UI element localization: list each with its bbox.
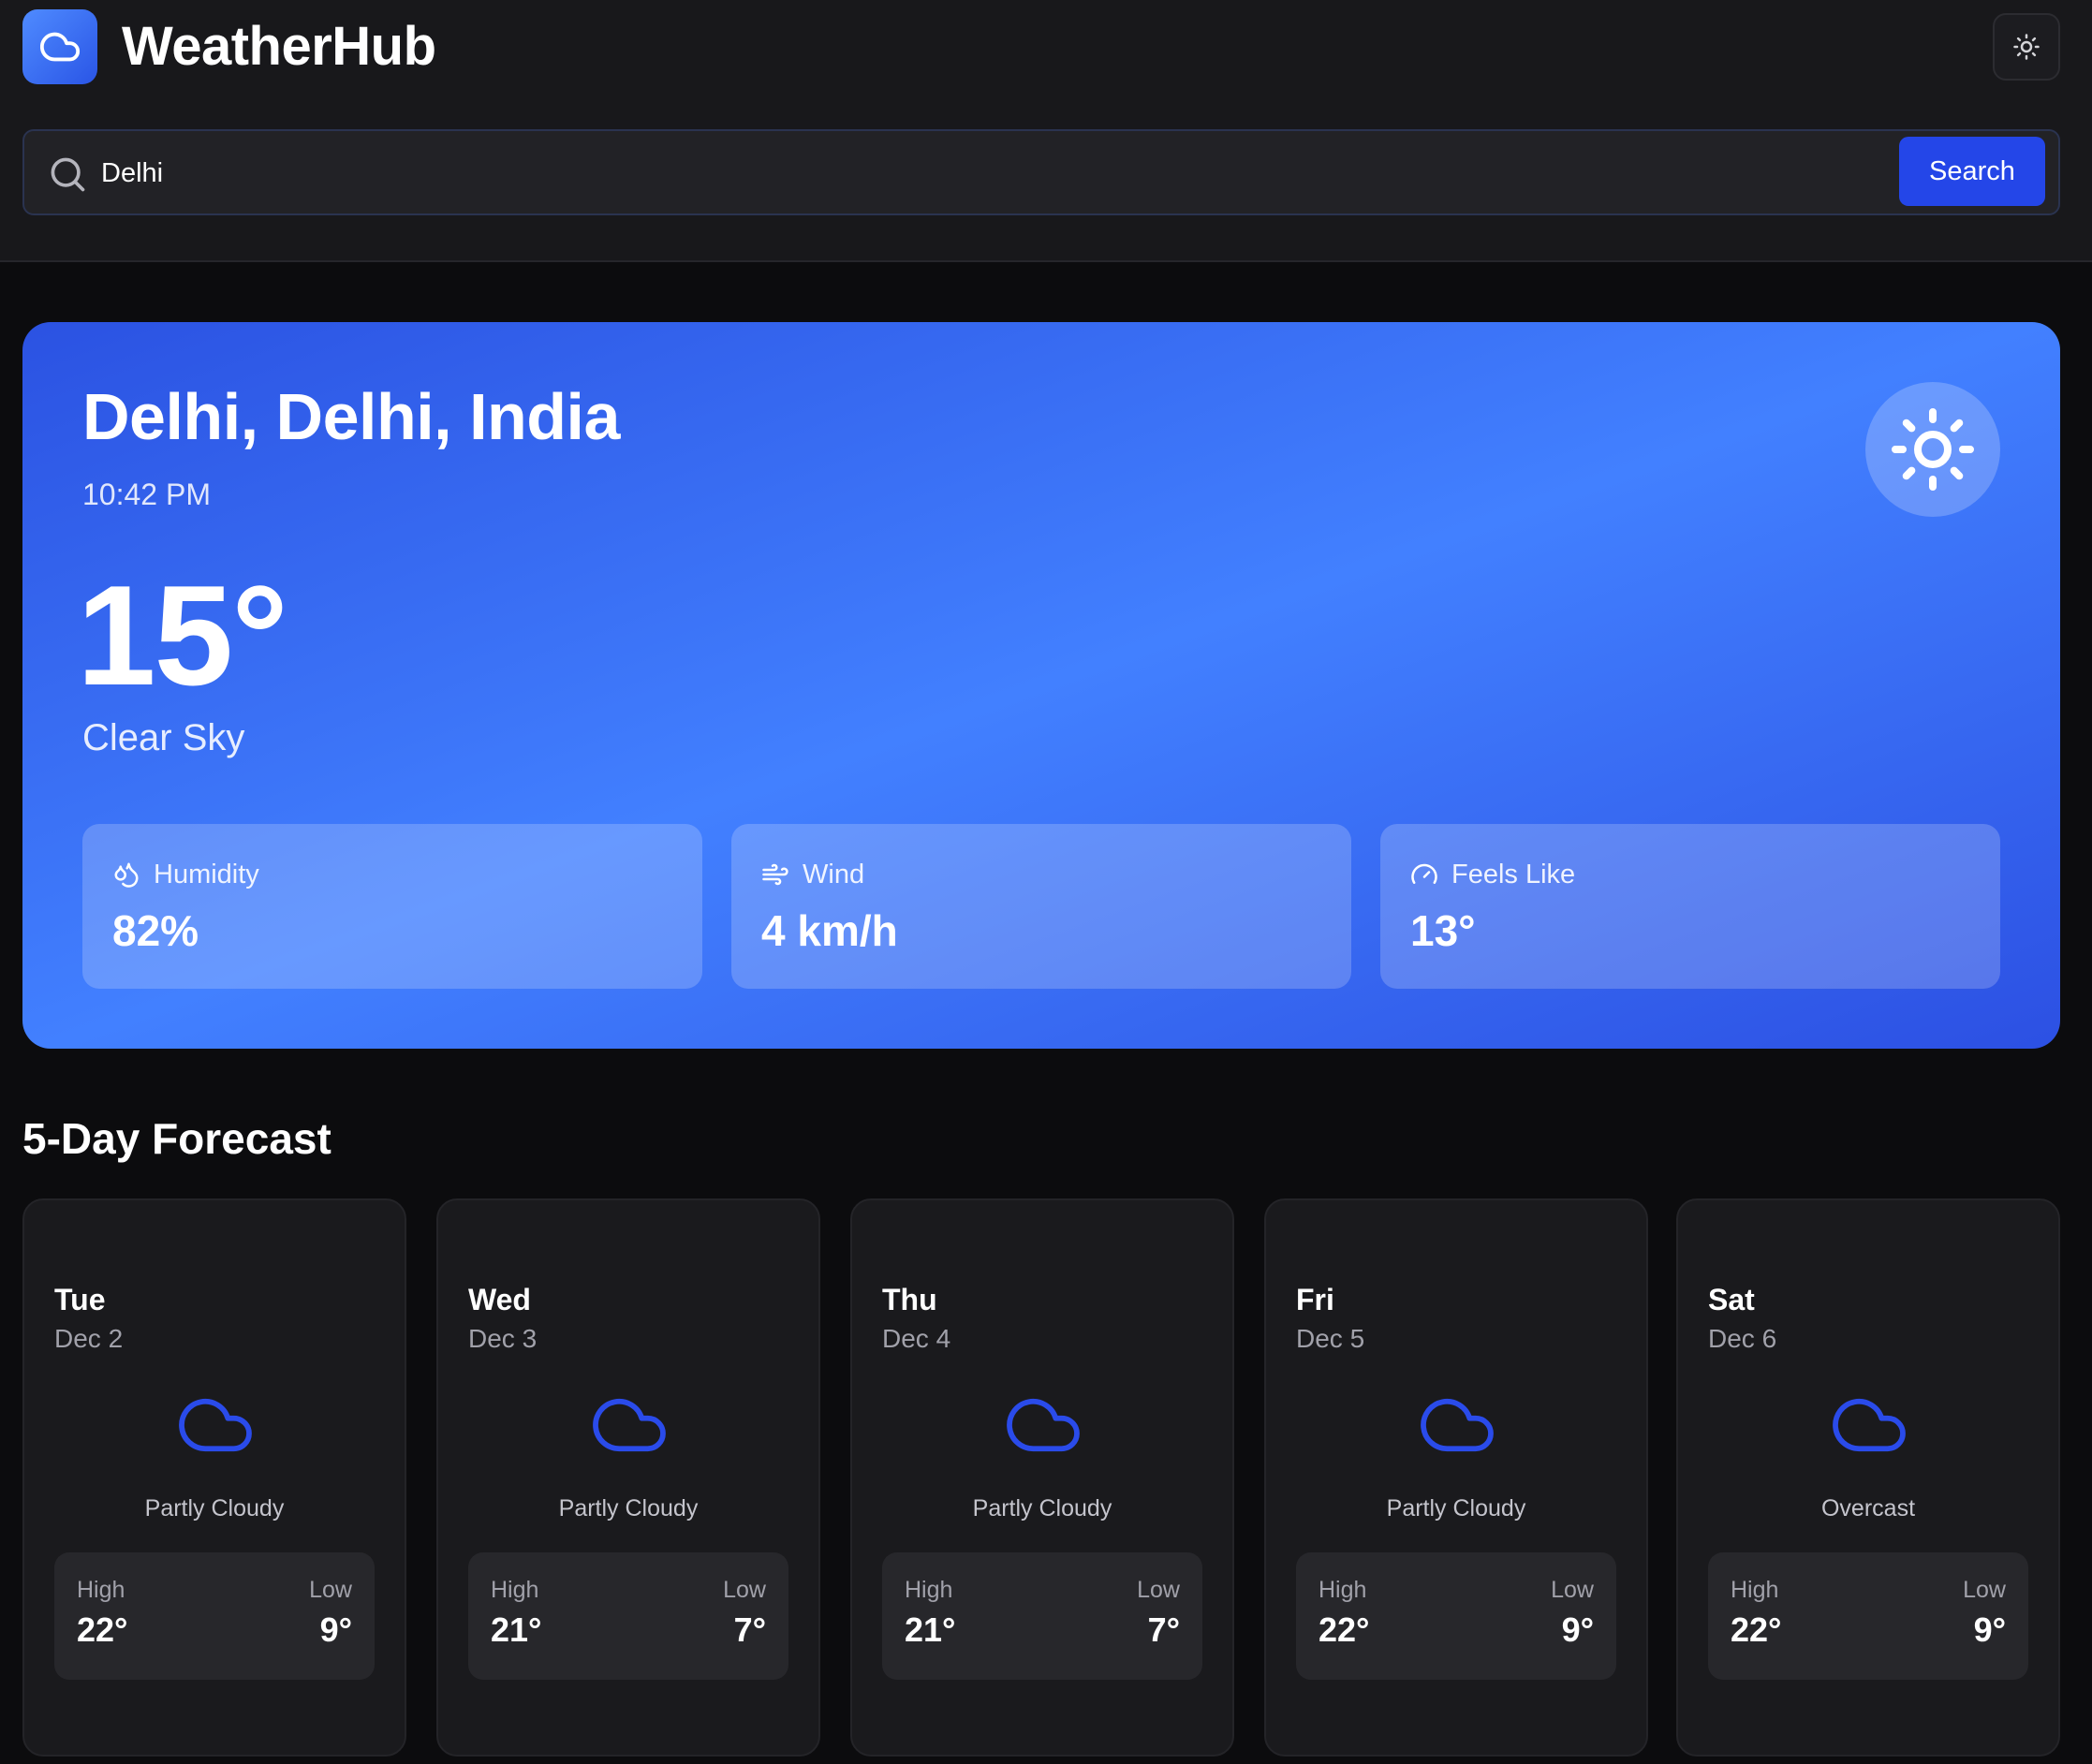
forecast-condition: Partly Cloudy <box>972 1495 1112 1521</box>
high-low-box: High 22° Low 9° <box>54 1552 375 1680</box>
forecast-day: Tue <box>54 1283 106 1316</box>
location-name: Delhi, Delhi, India <box>82 380 620 453</box>
low-value: 7° <box>1147 1610 1180 1649</box>
high-low-box: High 21° Low 7° <box>882 1552 1202 1680</box>
forecast-day: Wed <box>468 1283 531 1316</box>
high-low-box: High 21° Low 7° <box>468 1552 788 1680</box>
low-label: Low <box>1137 1577 1180 1603</box>
forecast-card-tue[interactable]: Tue Dec 2 Partly Cloudy High 22° Low 9° <box>22 1198 406 1757</box>
high-label: High <box>1319 1577 1367 1603</box>
forecast-card-sat[interactable]: Sat Dec 6 Overcast High 22° Low 9° <box>1676 1198 2060 1757</box>
low-label: Low <box>309 1577 352 1603</box>
high-label: High <box>77 1577 125 1603</box>
forecast-card-wed[interactable]: Wed Dec 3 Partly Cloudy High 21° Low 7° <box>436 1198 820 1757</box>
low-value: 7° <box>733 1610 766 1649</box>
forecast-date: Dec 5 <box>1296 1324 1365 1353</box>
humidity-value: 82% <box>112 906 199 955</box>
cloud-icon <box>1007 1398 1080 1452</box>
weather-icon-badge <box>1865 382 2000 517</box>
feels-like-stat: Feels Like 13° <box>1380 824 2000 989</box>
forecast-title: 5-Day Forecast <box>22 1114 331 1163</box>
forecast-condition: Overcast <box>1820 1495 1916 1521</box>
low-value: 9° <box>1973 1610 2006 1649</box>
search-input[interactable] <box>101 146 1899 200</box>
high-value: 22° <box>1319 1610 1370 1649</box>
stat-label: Wind <box>803 859 865 889</box>
forecast-date: Dec 3 <box>468 1324 538 1353</box>
high-value: 22° <box>77 1610 128 1649</box>
stat-label: Feels Like <box>1451 859 1576 889</box>
current-temperature: 15° <box>77 556 288 715</box>
stat-label: Humidity <box>154 859 259 889</box>
forecast-date: Dec 2 <box>54 1324 124 1353</box>
wind-icon <box>762 863 788 886</box>
cloud-icon <box>1421 1398 1494 1452</box>
high-low-box: High 22° Low 9° <box>1296 1552 1616 1680</box>
current-condition: Clear Sky <box>82 717 245 758</box>
forecast-condition: Partly Cloudy <box>1386 1495 1526 1521</box>
search-button[interactable]: Search <box>1899 137 2045 206</box>
forecast-condition: Partly Cloudy <box>144 1495 285 1521</box>
sun-icon <box>1892 408 1974 491</box>
gauge-icon <box>1411 863 1437 884</box>
wind-stat: Wind 4 km/h <box>731 824 1351 989</box>
cloud-icon <box>1833 1398 1906 1452</box>
local-time: 10:42 PM <box>82 478 211 511</box>
droplets-icon <box>114 862 139 888</box>
app-title: WeatherHub <box>122 16 436 77</box>
low-label: Low <box>1551 1577 1594 1603</box>
forecast-card-fri[interactable]: Fri Dec 5 Partly Cloudy High 22° Low 9° <box>1264 1198 1648 1757</box>
cloud-icon <box>39 32 81 62</box>
feels-like-value: 13° <box>1410 906 1476 955</box>
high-value: 21° <box>491 1610 542 1649</box>
forecast-date: Dec 6 <box>1708 1324 1777 1353</box>
forecast-date: Dec 4 <box>882 1324 951 1353</box>
cloud-icon <box>593 1398 666 1452</box>
high-label: High <box>1731 1577 1779 1603</box>
forecast-day: Thu <box>882 1283 937 1316</box>
high-label: High <box>905 1577 953 1603</box>
low-value: 9° <box>319 1610 352 1649</box>
current-weather-card: Delhi, Delhi, India 10:42 PM 15° Clear S… <box>22 322 2060 1049</box>
sun-icon <box>2013 34 2040 60</box>
app-logo <box>22 9 97 84</box>
humidity-stat: Humidity 82% <box>82 824 702 989</box>
cloud-icon <box>179 1398 252 1452</box>
search-bar: Search <box>22 129 2060 215</box>
forecast-card-thu[interactable]: Thu Dec 4 Partly Cloudy High 21° Low 7° <box>850 1198 1234 1757</box>
high-low-box: High 22° Low 9° <box>1708 1552 2028 1680</box>
forecast-condition: Partly Cloudy <box>558 1495 699 1521</box>
high-value: 21° <box>905 1610 956 1649</box>
low-label: Low <box>1963 1577 2006 1603</box>
forecast-day: Fri <box>1296 1283 1334 1316</box>
wind-value: 4 km/h <box>761 906 898 955</box>
low-value: 9° <box>1561 1610 1594 1649</box>
search-icon <box>51 157 85 192</box>
app-header: WeatherHub Search <box>0 0 2092 262</box>
theme-toggle-button[interactable] <box>1993 13 2060 81</box>
high-value: 22° <box>1731 1610 1782 1649</box>
forecast-day: Sat <box>1708 1283 1755 1316</box>
low-label: Low <box>723 1577 766 1603</box>
high-label: High <box>491 1577 539 1603</box>
